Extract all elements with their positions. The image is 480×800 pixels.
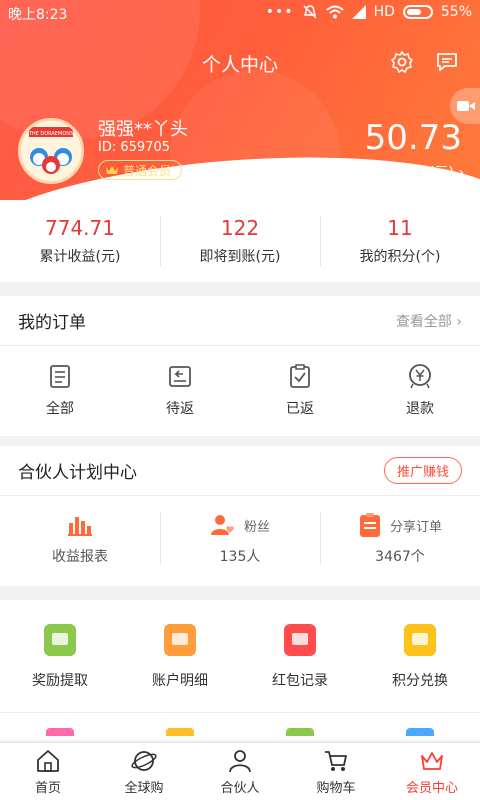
message-icon[interactable] xyxy=(435,50,459,74)
avatar[interactable]: THE DORAEMONS xyxy=(18,118,84,184)
tab-label: 会员中心 xyxy=(405,780,458,796)
order-list-icon xyxy=(359,513,380,537)
tool-label: 奖励提取 xyxy=(32,673,88,689)
order-tab-label: 退款 xyxy=(406,401,434,417)
tab-label: 全球购 xyxy=(124,780,164,796)
status-dots: ••• xyxy=(265,4,294,20)
order-tab-label: 全部 xyxy=(46,401,74,417)
person-icon xyxy=(229,749,251,772)
order-tab-returned[interactable]: 已返 xyxy=(240,346,360,418)
my-orders-section: 我的订单 查看全部 › 全部 待返 已返 退款 xyxy=(0,296,480,436)
order-tab-pending[interactable]: 待返 xyxy=(120,346,240,418)
tab-global-shopping[interactable]: 全球购 xyxy=(96,743,192,800)
partner-header: 合伙人计划中心 推广赚钱 xyxy=(0,446,480,496)
stat-label: 累计收益(元) xyxy=(39,249,121,265)
stat-value: 122 xyxy=(220,216,260,240)
stat-value: 11 xyxy=(387,216,413,240)
avatar-caption: THE DORAEMONS xyxy=(28,131,73,137)
points-exchange-item[interactable]: 积分兑换 xyxy=(360,600,480,690)
wifi-icon xyxy=(325,5,344,19)
cart-icon xyxy=(325,750,347,771)
account-details-item[interactable]: 账户明细 xyxy=(120,600,240,690)
view-all-link[interactable]: 查看全部 › xyxy=(396,311,462,331)
battery-icon xyxy=(402,5,433,19)
tab-home[interactable]: 首页 xyxy=(0,743,96,800)
member-level-badge[interactable]: 普通会员 xyxy=(98,160,183,180)
check-clipboard-icon xyxy=(290,364,310,388)
user-id: ID: 659705 xyxy=(98,140,170,155)
tab-label: 购物车 xyxy=(316,780,356,796)
member-level-label: 普通会员 xyxy=(123,163,172,178)
status-bar: 晚上8:23 ••• HD 55% xyxy=(0,0,480,26)
order-tab-refund[interactable]: 退款 xyxy=(360,346,480,418)
stat-pending[interactable]: 122 即将到账(元) xyxy=(160,200,320,282)
camera-icon xyxy=(457,101,475,111)
signal-icon xyxy=(351,5,366,19)
stat-label: 即将到账(元) xyxy=(199,249,281,265)
bottom-tab-bar: 首页 全球购 合伙人 购物车 会员中心 xyxy=(0,742,480,800)
tab-label: 首页 xyxy=(34,780,61,796)
tools-section: 奖励提取 账户明细 红包记录 积分兑换 xyxy=(0,600,480,740)
order-tab-all[interactable]: 全部 xyxy=(0,346,120,418)
partner-item-title: 粉丝 xyxy=(243,519,270,535)
orders-header: 我的订单 查看全部 › xyxy=(0,296,480,346)
tool-label: 账户明细 xyxy=(152,673,208,689)
crown-icon xyxy=(421,751,443,770)
home-icon xyxy=(37,749,59,772)
mute-icon xyxy=(303,5,317,19)
tab-label: 合伙人 xyxy=(220,780,260,796)
shared-orders-item[interactable]: 分享订单 3467个 xyxy=(320,496,480,586)
tool-label: 红包记录 xyxy=(272,673,328,689)
partner-item-value: 3467个 xyxy=(375,549,425,565)
red-packet-records-item[interactable]: 红包记录 xyxy=(240,600,360,690)
order-tab-label: 已返 xyxy=(286,401,314,417)
account-balance[interactable]: 50.73 xyxy=(365,118,462,158)
earnings-report-item[interactable]: 收益报表 xyxy=(0,496,160,586)
reward-withdraw-item[interactable]: 奖励提取 xyxy=(0,600,120,690)
stat-total-earnings[interactable]: 774.71 累计收益(元) xyxy=(0,200,160,282)
crown-icon xyxy=(106,166,118,174)
fans-icon xyxy=(210,515,234,535)
stat-points[interactable]: 11 我的积分(个) xyxy=(320,200,480,282)
planet-icon xyxy=(131,750,157,771)
coins-icon xyxy=(404,624,436,656)
section-title: 我的订单 xyxy=(18,313,86,333)
ledger-icon xyxy=(164,624,196,656)
earnings-stats: 774.71 累计收益(元) 122 即将到账(元) 11 我的积分(个) xyxy=(0,200,480,282)
partner-item-label: 收益报表 xyxy=(52,549,108,565)
clipboard-icon xyxy=(50,365,70,388)
partner-item-title: 分享订单 xyxy=(389,519,442,535)
promote-earn-button[interactable]: 推广赚钱 xyxy=(383,457,462,484)
account-balance-label[interactable]: 账户余额 (元) › xyxy=(369,162,464,182)
refund-icon xyxy=(409,364,431,389)
doraemon-avatar-icon: THE DORAEMONS xyxy=(21,121,81,181)
tab-member-center[interactable]: 会员中心 xyxy=(384,743,480,800)
tool-label: 积分兑换 xyxy=(392,673,448,689)
stat-value: 774.71 xyxy=(45,216,115,240)
order-tab-label: 待返 xyxy=(166,401,194,417)
tab-cart[interactable]: 购物车 xyxy=(288,743,384,800)
fans-item[interactable]: 粉丝 135人 xyxy=(160,496,320,586)
battery-level: 55% xyxy=(440,4,472,20)
gear-icon[interactable] xyxy=(390,50,414,74)
wallet-icon xyxy=(44,624,76,656)
network-type: HD xyxy=(373,4,395,20)
more-tools-peek xyxy=(0,728,480,740)
tab-partner[interactable]: 合伙人 xyxy=(192,743,288,800)
status-time: 晚上8:23 xyxy=(8,7,68,23)
partner-item-value: 135人 xyxy=(219,549,261,565)
return-icon xyxy=(169,366,191,387)
bar-chart-icon xyxy=(68,517,92,536)
user-name: 强强**丫头 xyxy=(98,119,188,140)
red-packet-icon xyxy=(284,624,316,656)
section-title: 合伙人计划中心 xyxy=(18,463,137,483)
partner-program-section: 合伙人计划中心 推广赚钱 收益报表 粉丝 135人 分享订单 3467个 xyxy=(0,446,480,586)
stat-label: 我的积分(个) xyxy=(359,249,441,265)
